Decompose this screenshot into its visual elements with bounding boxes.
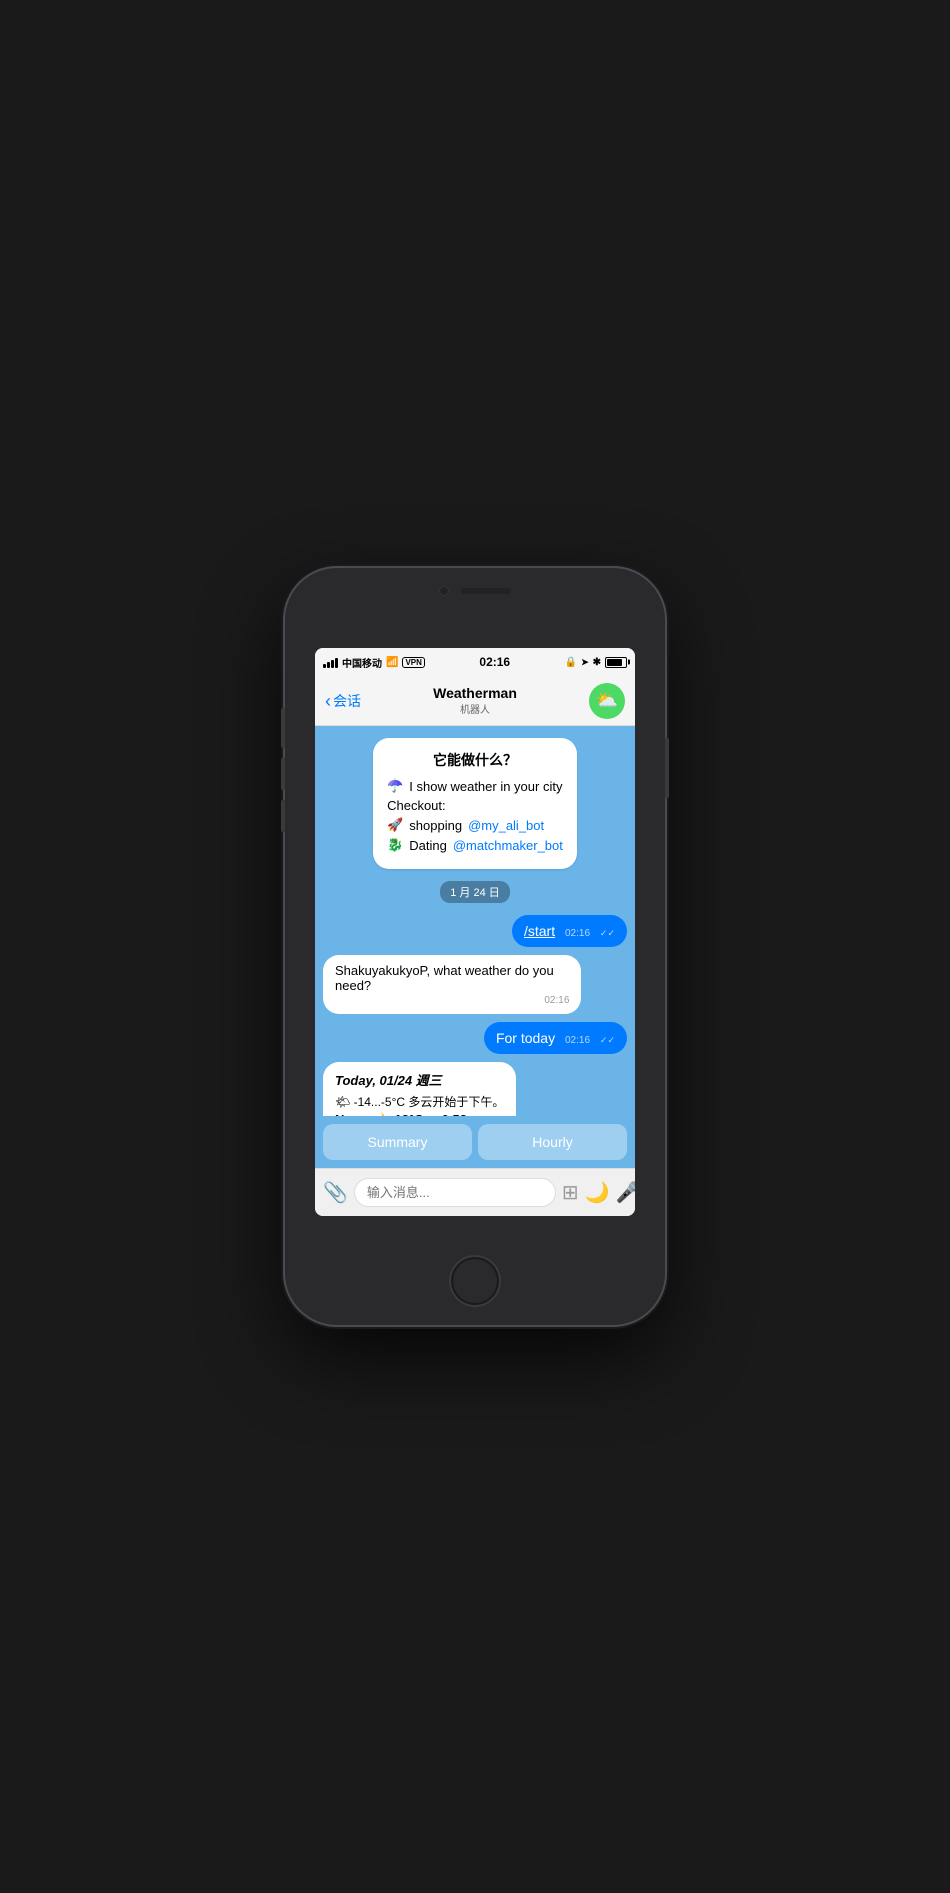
weather-date-line: Today, 01/24 週三 (335, 1070, 504, 1089)
user-bubble-1: /start 02:16 ✓✓ (512, 915, 627, 947)
checkout-label: Checkout: (387, 798, 563, 813)
back-label: 会话 (333, 691, 361, 711)
nav-bar: ‹ 会话 Weatherman 机器人 ⛅ (315, 676, 635, 726)
chat-title: Weatherman (361, 685, 589, 702)
attachment-icon[interactable]: 📎 (323, 1180, 348, 1205)
phone-top-area (285, 586, 665, 596)
shopping-text: shopping (409, 818, 462, 833)
phone-screen: 中国移动 📶 VPN 02:16 🔒 ➤ ✱ ‹ 会话 Weatherman (315, 648, 635, 1216)
nav-center: Weatherman 机器人 (361, 685, 589, 717)
bot-text-1: ShakuyakukyoP, what weather do you need? (335, 963, 569, 993)
bot-time-1: 02:16 (335, 995, 569, 1006)
welcome-bubble: 它能做什么？ ☂️ I show weather in your city Ch… (373, 738, 577, 869)
emoji-icon[interactable]: 🌙 (585, 1180, 610, 1205)
sticker-icon[interactable]: ⊞ (562, 1180, 579, 1205)
phone-frame: 中国移动 📶 VPN 02:16 🔒 ➤ ✱ ‹ 会话 Weatherman (285, 568, 665, 1325)
bot-avatar-emoji: ⛅ (596, 690, 618, 711)
input-bar: 📎 ⊞ 🌙 🎤 (315, 1168, 635, 1216)
summary-button[interactable]: Summary (323, 1124, 472, 1160)
weather-now-line: Now: 🌙 -12°C ⬅ 0.52 mps (335, 1112, 504, 1116)
back-button[interactable]: ‹ 会话 (325, 691, 361, 711)
user-message-2: For today 02:16 ✓✓ (323, 1022, 627, 1054)
bot-bubble-2: Today, 01/24 週三 🌤 -14...-5°C 多云开始于下午。 No… (323, 1062, 516, 1116)
bot-bubble-1: ShakuyakukyoP, what weather do you need?… (323, 955, 581, 1014)
dating-line: 🐉 Dating @matchmaker_bot (387, 837, 563, 853)
earpiece-speaker (461, 588, 511, 594)
bluetooth-icon: ✱ (593, 657, 601, 668)
dating-text: Dating (409, 838, 447, 853)
bot-message-1: ShakuyakukyoP, what weather do you need?… (323, 955, 627, 1014)
user-time-1: 02:16 (565, 928, 590, 939)
user-message-1: /start 02:16 ✓✓ (323, 915, 627, 947)
user-bubble-2: For today 02:16 ✓✓ (484, 1022, 627, 1054)
status-right: 🔒 ➤ ✱ (565, 657, 627, 668)
date-label: 1 月 24 日 (440, 881, 510, 903)
front-camera (439, 586, 449, 596)
welcome-question: 它能做什么？ (387, 750, 563, 770)
user-text-1: /start (524, 923, 555, 939)
welcome-intro-text: I show weather in your city (409, 779, 562, 794)
bot-avatar[interactable]: ⛅ (589, 683, 625, 719)
checkout-text: Checkout: (387, 798, 446, 813)
lock-icon: 🔒 (565, 657, 577, 668)
user-ticks-1: ✓✓ (600, 928, 615, 938)
home-button[interactable] (449, 1255, 501, 1307)
wifi-icon: 📶 (386, 657, 398, 668)
status-left: 中国移动 📶 VPN (323, 655, 425, 670)
volume-down-button (281, 800, 285, 832)
chat-subtitle: 机器人 (361, 701, 589, 716)
dating-link[interactable]: @matchmaker_bot (453, 838, 563, 853)
vpn-badge: VPN (402, 657, 424, 668)
volume-up-button (281, 758, 285, 790)
bot-message-2: Today, 01/24 週三 🌤 -14...-5°C 多云开始于下午。 No… (323, 1062, 627, 1116)
user-ticks-2: ✓✓ (600, 1035, 615, 1045)
user-time-2: 02:16 (565, 1035, 590, 1046)
date-divider: 1 月 24 日 (323, 881, 627, 903)
user-text-2: For today (496, 1030, 555, 1046)
hourly-button[interactable]: Hourly (478, 1124, 627, 1160)
umbrella-icon: ☂️ (387, 778, 403, 794)
location-icon: ➤ (581, 657, 589, 668)
welcome-intro: ☂️ I show weather in your city (387, 778, 563, 794)
status-time: 02:16 (479, 655, 510, 669)
mic-icon[interactable]: 🎤 (616, 1180, 635, 1205)
shopping-line: 🚀 shopping @my_ali_bot (387, 817, 563, 833)
carrier-label: 中国移动 (342, 655, 382, 670)
weather-temp-line: 🌤 -14...-5°C 多云开始于下午。 (335, 1093, 504, 1110)
signal-icon (323, 656, 338, 668)
battery-fill (607, 659, 622, 666)
back-arrow-icon: ‹ (325, 692, 331, 710)
input-right-icons: ⊞ 🌙 🎤 (562, 1180, 635, 1205)
dragon-icon: 🐉 (387, 837, 403, 853)
quick-replies-bar: Summary Hourly (315, 1116, 635, 1168)
status-bar: 中国移动 📶 VPN 02:16 🔒 ➤ ✱ (315, 648, 635, 676)
message-input[interactable] (354, 1178, 556, 1207)
chat-area: 它能做什么？ ☂️ I show weather in your city Ch… (315, 726, 635, 1116)
shopping-link[interactable]: @my_ali_bot (468, 818, 544, 833)
battery-icon (605, 657, 627, 668)
rocket-icon: 🚀 (387, 817, 403, 833)
